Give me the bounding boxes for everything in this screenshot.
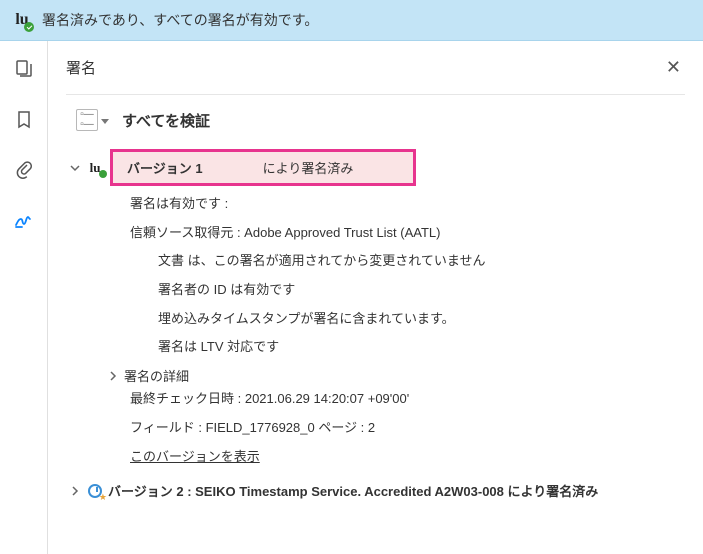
options-dropdown-button[interactable]: ▫—▫— — [76, 109, 98, 131]
show-version-link[interactable]: このバージョンを表示 — [130, 443, 685, 472]
signature-valid-icon: lu — [12, 10, 32, 30]
chevron-right-icon[interactable] — [106, 369, 120, 383]
version-1-label: バージョン 1 — [127, 158, 203, 177]
signature-panel: 署名 ✕ ▫—▫— すべてを検証 lu バージョン 1 — [48, 41, 703, 554]
field-line: フィールド : FIELD_1776928_0 ページ : 2 — [130, 414, 685, 443]
panel-header: 署名 ✕ — [66, 53, 685, 95]
bookmark-icon[interactable] — [12, 107, 36, 131]
panel-title: 署名 — [66, 57, 96, 78]
version-2-label: バージョン 2 : SEIKO Timestamp Service. Accre… — [108, 481, 598, 500]
signature-tree: lu バージョン 1 により署名済み 署名は有効です : 信頼ソース取得元 : … — [66, 141, 685, 500]
last-checked-line: 最終チェック日時 : 2021.06.29 14:20:07 +09'00' — [130, 385, 685, 414]
ltv-line: 署名は LTV 対応です — [158, 333, 685, 362]
signature-panel-icon[interactable] — [12, 207, 36, 231]
trust-source-line: 信頼ソース取得元 : Adobe Approved Trust List (AA… — [130, 219, 685, 248]
signature-status-banner: lu 署名済みであり、すべての署名が有効です。 — [0, 0, 703, 41]
verify-all-button[interactable]: すべてを検証 — [122, 110, 210, 131]
left-sidebar — [0, 41, 48, 554]
main-area: 署名 ✕ ▫—▫— すべてを検証 lu バージョン 1 — [0, 41, 703, 554]
id-valid-line: 署名者の ID は有効です — [158, 276, 685, 305]
not-modified-line: 文書 は、この署名が適用されてから変更されていません — [158, 247, 685, 276]
version-1-row[interactable]: lu バージョン 1 により署名済み — [68, 145, 685, 190]
panel-toolbar: ▫—▫— すべてを検証 — [66, 95, 685, 141]
embedded-ts-line: 埋め込みタイムスタンプが署名に含まれています。 — [158, 305, 685, 334]
thumbnails-icon[interactable] — [12, 57, 36, 81]
signature-details-row[interactable]: 署名の詳細 — [106, 366, 685, 385]
attachment-icon[interactable] — [12, 157, 36, 181]
close-icon[interactable]: ✕ — [662, 53, 685, 82]
signature-valid-icon: lu — [86, 159, 104, 177]
version-2-row[interactable]: ★ バージョン 2 : SEIKO Timestamp Service. Acc… — [68, 481, 685, 500]
banner-text: 署名済みであり、すべての署名が有効です。 — [42, 10, 318, 30]
version-1-highlight: バージョン 1 により署名済み — [110, 149, 416, 186]
timestamp-icon: ★ — [86, 482, 104, 500]
sig-valid-line: 署名は有効です : — [130, 190, 685, 219]
chevron-down-icon[interactable] — [68, 161, 82, 175]
chevron-right-icon[interactable] — [68, 484, 82, 498]
version-1-signed-by: により署名済み — [263, 158, 354, 177]
signature-details-label: 署名の詳細 — [124, 366, 189, 385]
